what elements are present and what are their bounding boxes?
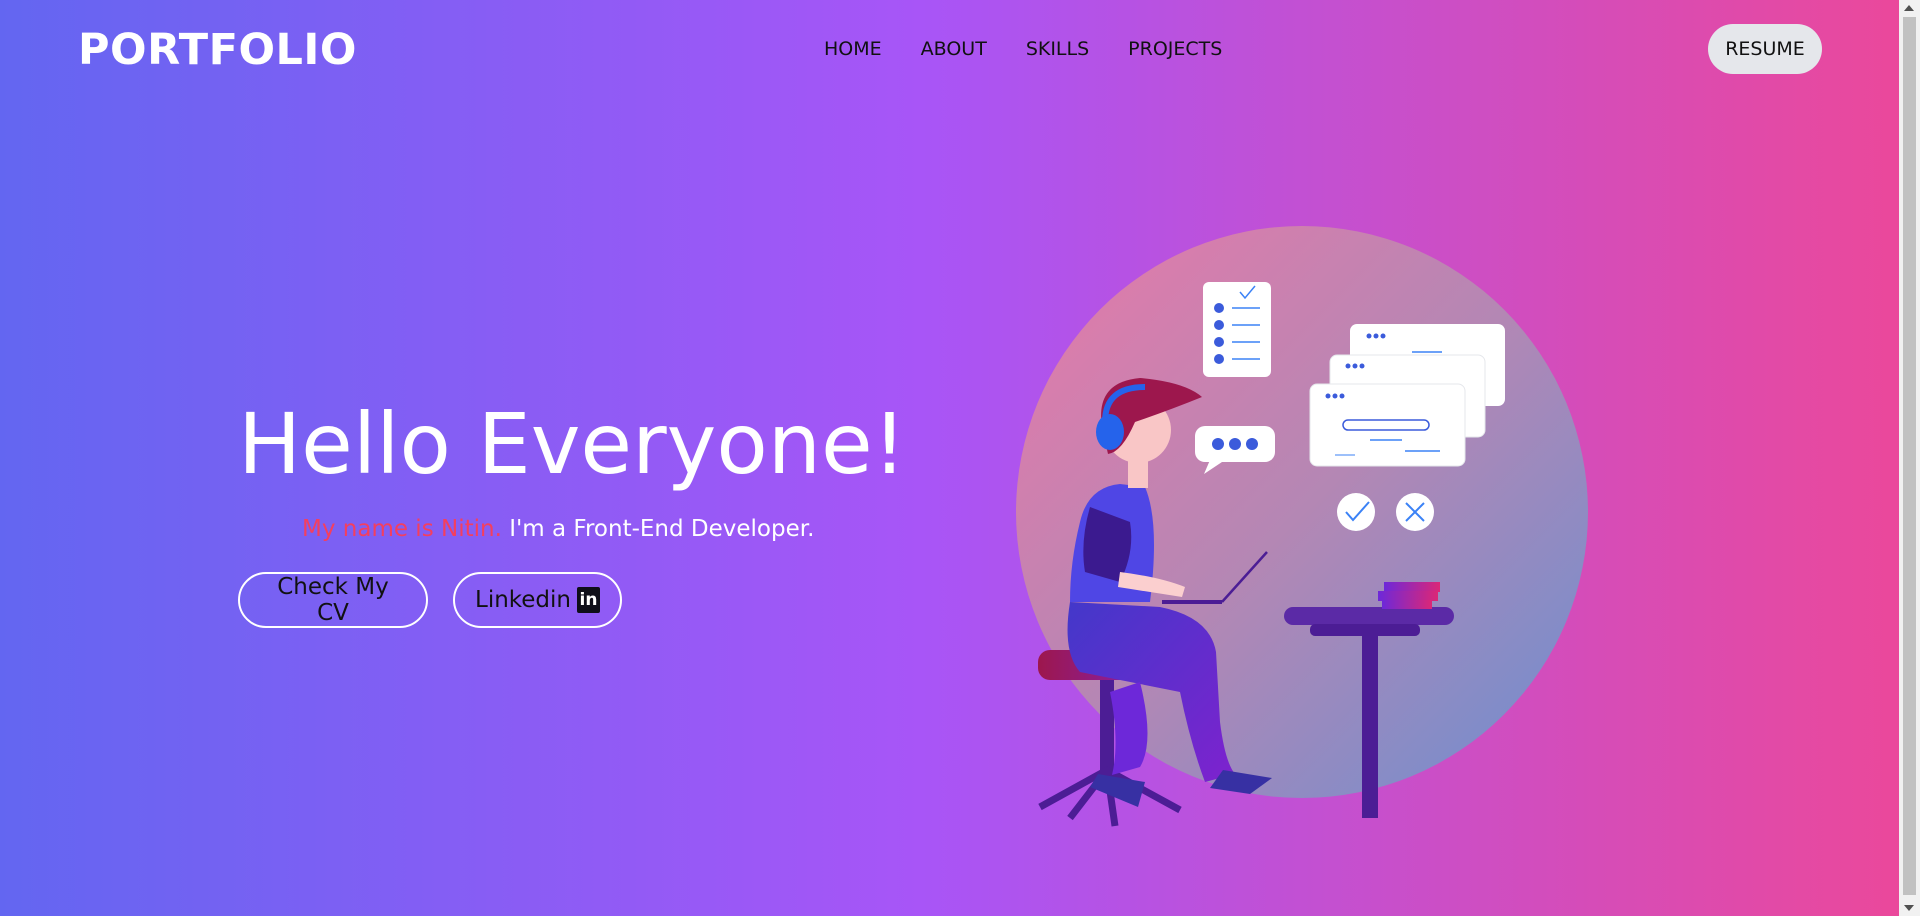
check-cv-label: Check My CV: [277, 574, 389, 626]
page: PORTFOLIO HOME ABOUT SKILLS PROJECTS RES…: [0, 0, 1899, 916]
nav-about[interactable]: ABOUT: [921, 38, 987, 60]
hero-name: My name is Nitin.: [302, 516, 502, 542]
resume-button[interactable]: RESUME: [1708, 24, 1822, 74]
logo[interactable]: PORTFOLIO: [78, 25, 357, 75]
scroll-down-arrow-icon[interactable]: [1904, 905, 1914, 911]
linkedin-button[interactable]: Linkedin in: [453, 572, 622, 628]
check-cv-button[interactable]: Check My CV: [238, 572, 428, 628]
linkedin-icon: in: [577, 587, 600, 613]
nav-projects[interactable]: PROJECTS: [1128, 38, 1222, 60]
linkedin-label: Linkedin: [475, 587, 571, 613]
developer-at-laptop-illustration: [1016, 226, 1588, 827]
hero-title: Hello Everyone!: [238, 395, 907, 493]
scrollbar-thumb[interactable]: [1903, 17, 1916, 895]
hero-role: I'm a Front-End Developer.: [501, 516, 815, 542]
book-stack: [1378, 582, 1440, 609]
main-nav: HOME ABOUT SKILLS PROJECTS: [824, 38, 1222, 60]
nav-home[interactable]: HOME: [824, 38, 882, 60]
scroll-up-arrow-icon[interactable]: [1904, 5, 1914, 11]
vertical-scrollbar[interactable]: [1899, 0, 1920, 916]
nav-skills[interactable]: SKILLS: [1026, 38, 1089, 60]
hero-subtitle: My name is Nitin. I'm a Front-End Develo…: [302, 516, 814, 542]
checklist-card: [1203, 282, 1271, 377]
